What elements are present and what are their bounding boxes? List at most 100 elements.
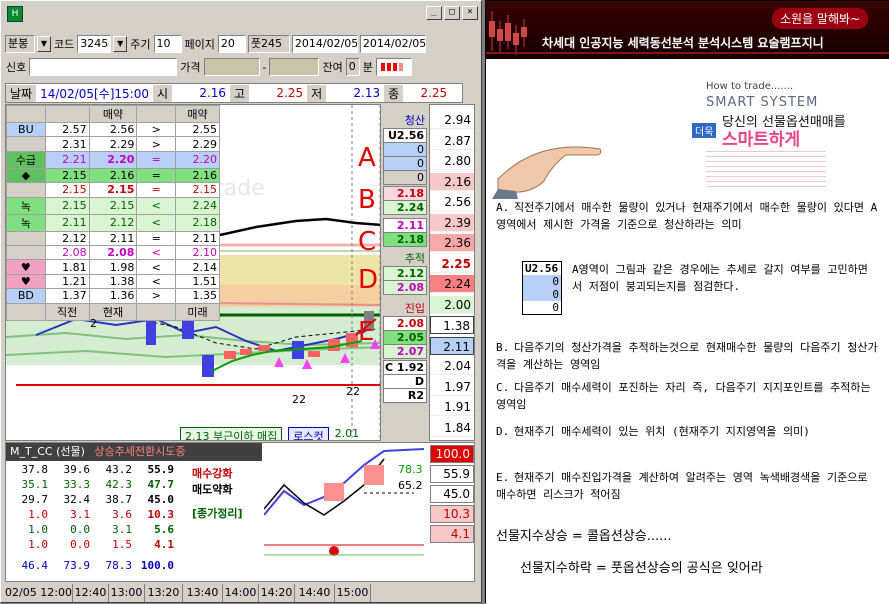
orderbook-row: ♥ 1.81 1.98 <2.14 (6, 259, 220, 275)
orderbook-cell: > (136, 288, 177, 304)
app-icon[interactable]: H (7, 6, 23, 22)
price-tick: 2.87 (430, 132, 474, 150)
buy-strong-label: 매수강화 (192, 467, 233, 480)
code-label: 코드 (54, 38, 75, 51)
indicator-title: M_T_CC (선물) (10, 445, 85, 458)
orderbook-cell: BD (6, 288, 46, 304)
orderbook-cell: = (136, 150, 177, 169)
indicator-cell: 29.7 (21, 493, 49, 506)
indicator-cell: 3.6 (112, 508, 132, 521)
time-tick: 13:40 (183, 584, 223, 602)
price-tick: 2.16 (430, 172, 474, 191)
orderbook-row: 2.31 2.29 >2.29 (6, 136, 220, 152)
time-tick: 14:40 (295, 584, 335, 602)
orderbook-cell: = (136, 167, 177, 184)
page-input[interactable]: 20 (217, 35, 246, 53)
code-input[interactable]: 3245 (77, 35, 112, 53)
orderbook-cell: ♥ (6, 273, 46, 290)
indicator-right-value: 4.1 (430, 525, 474, 543)
signal-meter-icon (375, 58, 412, 76)
exit-zero-2: 0 (383, 156, 427, 171)
indicator-cell: 43.2 (105, 463, 133, 476)
sell-weak-label: 매도약화 (192, 483, 233, 496)
mini-value-1: 78.3 (398, 463, 423, 476)
annot-num-22b: 22 (346, 385, 360, 398)
price-tick: 2.39 (430, 213, 474, 232)
annot-num-2: 2 (90, 317, 97, 330)
orderbook-cell: 2.11 (88, 230, 138, 246)
cycle-input[interactable]: 10 (153, 35, 182, 53)
chevron-down-icon[interactable]: ▼ (113, 36, 128, 52)
orderbook-cell: < (136, 196, 177, 215)
para-c: C. 다음주기 매수세력이 포진하는 자리 즉, 다음주기 지지포인트를 추적하는… (496, 381, 871, 411)
indicator-right-value: 10.3 (430, 505, 474, 523)
logo-fine-print (706, 147, 826, 187)
orderbook-cell: 2.12 (88, 213, 138, 232)
price-input-2[interactable] (269, 58, 320, 76)
orderbook-cell: 2.08 (44, 244, 90, 261)
maximize-icon[interactable]: □ (444, 6, 460, 20)
orderbook-cell: 2.11 (44, 213, 90, 232)
indicator-panel: M_T_CC (선물) 상승추세전환시도중 37.8 39.6 43.2 55.9 35… (5, 442, 475, 582)
high-label: 고 (230, 84, 250, 102)
orderbook-row: 2.15 2.15 = 2.15 (6, 182, 220, 198)
orderbook-cell: 2.14 (175, 259, 220, 275)
orderbook-row: 2.08 2.08 <2.10 (6, 244, 220, 261)
time-axis: 02/05 12:00 12:40 13:00 13:20 13:40 14:00 14:2… (5, 584, 475, 602)
e-value-2: 2.05 (383, 330, 427, 345)
r2-label: R2 (383, 388, 427, 403)
orderbook-cell: 2.08 (88, 244, 138, 261)
toolbar-row-1: 분봉 ▼ 코드 3245 ▼ 주기 10 페이지 20 풋245 2014/02… (5, 34, 426, 54)
orderbook-cell: > (136, 136, 177, 152)
indicator-right-values: 100.0 55.9 45.0 10.3 4.1 (430, 443, 474, 581)
hts-window: H _ □ × 분봉 ▼ 코드 3245 ▼ 주기 10 페이지 20 풋245… (0, 0, 482, 603)
indicator-cell: 47.7 (147, 478, 175, 491)
remain-label: 잔여 (322, 61, 343, 74)
orderbook-cell: 녹 (6, 196, 46, 215)
open-label: 시 (152, 84, 173, 102)
exit-zero-1: 0 (383, 142, 427, 157)
indicator-cell: 1.0 (28, 523, 48, 536)
close-icon[interactable]: × (462, 6, 478, 20)
orderbook-row: BD 1.37 1.36 >1.35 (6, 288, 220, 304)
track-label: 추적 (404, 252, 425, 265)
quote-bar: 날짜 14/02/05[수]15:00 시 2.16 고 2.25 저 2.13… (5, 83, 463, 103)
orderbook-row: 2.12 2.11 = 2.11 (6, 230, 220, 246)
indicator-cell: 4.1 (154, 538, 174, 551)
price-chart[interactable]: trade 매약 매약 BU 2.57 2.56 >2.55 2.31 2.29 >2.29… (5, 104, 381, 441)
date-to-input[interactable]: 2014/02/05 (359, 35, 426, 53)
losscut-value: 2.01 (334, 427, 360, 440)
order-book-table: 매약 매약 BU 2.57 2.56 >2.55 2.31 2.29 >2.29 수급 2.21… (6, 105, 220, 321)
period-type-select[interactable]: 분봉 (5, 35, 35, 53)
indicator-cell: 39.6 (63, 463, 91, 476)
orderbook-cell: < (136, 213, 177, 232)
orderbook-cell (6, 244, 46, 261)
date-from-input[interactable]: 2014/02/05 (291, 35, 358, 53)
minimize-icon[interactable]: _ (426, 6, 442, 20)
price-tick: 2.11 (430, 336, 474, 355)
time-tick: 14:00 (223, 584, 259, 602)
d-value-2: 2.08 (383, 280, 427, 295)
price-input[interactable] (203, 58, 260, 76)
orderbook-row: 녹 2.11 2.12 <2.18 (6, 213, 220, 232)
orderbook-cell: 1.81 (44, 259, 90, 275)
orderbook-cell: 1.21 (44, 273, 90, 290)
orderbook-row: 녹 2.15 2.15 <2.24 (6, 196, 220, 215)
chevron-down-icon[interactable]: ▼ (37, 36, 51, 52)
signal-column: 청산 U2.56 0 0 0 2.18 2.24 2.11 2.18 추적 2.… (383, 104, 427, 441)
indicator-mini-chart (264, 445, 424, 557)
ad-body: How to trade....... SMART SYSTEM 당신의 선물옵… (486, 59, 889, 604)
orderbook-cell: 2.55 (175, 121, 220, 138)
indicator-cell: 1.5 (112, 538, 132, 551)
quote-date: 14/02/05[수]15:00 (40, 86, 149, 101)
signal-input[interactable] (29, 58, 178, 76)
price-label: 가격 (180, 61, 201, 74)
orderbook-cell: < (136, 259, 177, 275)
indicator-cell: 42.3 (105, 478, 133, 491)
indicator-cell: 32.4 (63, 493, 91, 506)
date-label: 날짜 (6, 84, 37, 102)
mini-value-2: 65.2 (398, 479, 423, 492)
time-tick: 12:40 (73, 584, 109, 602)
extra-input[interactable]: 풋245 (247, 35, 290, 53)
orderbook-cell: 2.20 (175, 150, 220, 169)
